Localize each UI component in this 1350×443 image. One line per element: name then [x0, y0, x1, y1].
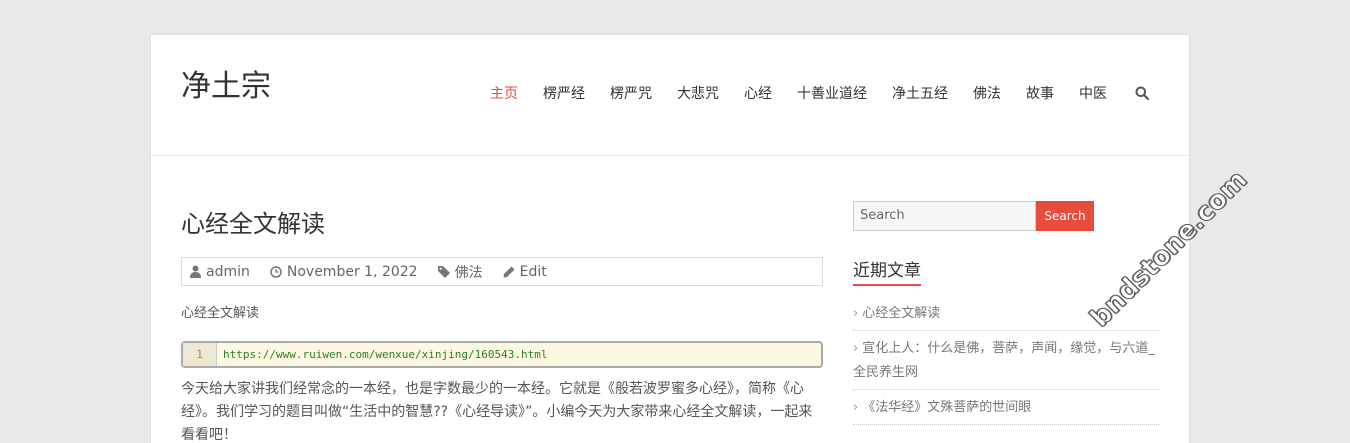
chevron-right-icon: ›	[853, 306, 859, 321]
chevron-right-icon: ›	[853, 341, 859, 356]
recent-post-item[interactable]: › 《法华经》文殊菩萨的世间眼	[853, 390, 1159, 425]
recent-posts-list: › 心经全文解读 › 宣化上人：什么是佛，菩萨，声闻，缘觉，与六道_全民养生网 › 《…	[853, 296, 1159, 425]
recent-post-item[interactable]: › 宣化上人：什么是佛，菩萨，声闻，缘觉，与六道_全民养生网	[853, 331, 1159, 390]
nav-item-home[interactable]: 主页	[490, 83, 518, 103]
post-body: 今天给大家讲我们经常念的一本经，也是字数最少的一本经。它就是《般若波罗蜜多心经》…	[181, 381, 813, 443]
chevron-right-icon: ›	[853, 400, 859, 415]
nav-item-xinjing[interactable]: 心经	[744, 83, 772, 103]
search-icon[interactable]	[1135, 86, 1149, 100]
nav-item-lengyan-jing[interactable]: 楞严经	[543, 83, 585, 103]
meta-author[interactable]: admin	[190, 264, 250, 280]
post-title[interactable]: 心经全文解读	[181, 204, 823, 239]
nav-item-jingtu-wujing[interactable]: 净土五经	[892, 83, 948, 103]
code-block: 1 https://www.ruiwen.com/wenxue/xinjing/…	[181, 341, 823, 368]
clock-icon	[270, 265, 282, 278]
user-icon	[190, 265, 201, 278]
main-content: 心经全文解读 admin November 1, 2022 佛法 Edit 心经…	[181, 156, 823, 443]
search-button[interactable]: Search	[1036, 201, 1094, 231]
nav-item-dabei-zhou[interactable]: 大悲咒	[677, 83, 719, 103]
meta-category[interactable]: 佛法	[437, 262, 483, 282]
page-container: 净土宗 主页 楞严经 楞严咒 大悲咒 心经 十善业道经 净土五经 佛法 故事 中…	[151, 35, 1189, 443]
post-excerpt: 心经全文解读	[181, 306, 260, 321]
meta-author-label: admin	[206, 263, 250, 280]
code-line-number: 1	[183, 343, 217, 366]
search-input[interactable]: Search	[853, 201, 1036, 231]
nav-item-lengyan-zhou[interactable]: 楞严咒	[610, 83, 652, 103]
tag-icon	[437, 265, 450, 278]
meta-edit[interactable]: Edit	[503, 264, 547, 280]
meta-category-label: 佛法	[454, 264, 483, 281]
sidebar: Search Search 近期文章 › 心经全文解读 › 宣化上人：什么是佛，菩萨…	[853, 156, 1159, 425]
pencil-icon	[503, 266, 515, 277]
nav-item-shishan[interactable]: 十善业道经	[797, 83, 867, 103]
meta-date[interactable]: November 1, 2022	[270, 264, 418, 280]
meta-edit-label: Edit	[519, 263, 547, 280]
meta-date-label: November 1, 2022	[286, 263, 418, 280]
recent-posts-title: 近期文章	[853, 256, 921, 286]
nav-item-fofa[interactable]: 佛法	[973, 83, 1001, 103]
nav-item-gushi[interactable]: 故事	[1026, 83, 1054, 103]
sidebar-search: Search Search	[853, 201, 1159, 231]
code-url[interactable]: https://www.ruiwen.com/wenxue/xinjing/16…	[217, 348, 548, 361]
recent-post-item[interactable]: › 心经全文解读	[853, 296, 1159, 331]
site-header: 净土宗 主页 楞严经 楞严咒 大悲咒 心经 十善业道经 净土五经 佛法 故事 中…	[151, 35, 1189, 156]
site-title[interactable]: 净土宗	[181, 61, 271, 105]
main-nav: 主页 楞严经 楞严咒 大悲咒 心经 十善业道经 净土五经 佛法 故事 中医	[465, 83, 1149, 103]
nav-item-zhongyi[interactable]: 中医	[1079, 83, 1107, 103]
post-meta: admin November 1, 2022 佛法 Edit	[181, 257, 823, 286]
